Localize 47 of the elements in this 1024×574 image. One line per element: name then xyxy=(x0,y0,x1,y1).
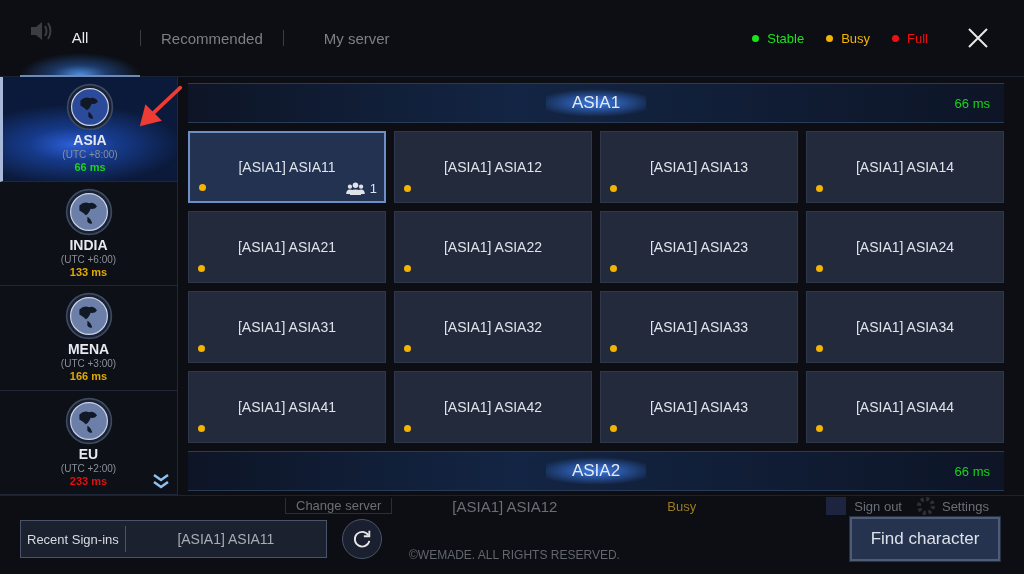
tab[interactable]: Recommended xyxy=(141,0,283,77)
server-card[interactable]: [ASIA1] ASIA11 1 xyxy=(188,131,386,203)
region-item[interactable]: EU (UTC +2:00) 233 ms xyxy=(0,390,177,495)
section-title: ASIA2 xyxy=(545,457,647,485)
server-card[interactable]: [ASIA1] ASIA21 xyxy=(188,211,386,283)
ping-label: 66 ms xyxy=(954,95,990,111)
status-label: Busy xyxy=(667,498,697,514)
gear-icon xyxy=(915,496,936,516)
character-count: 1 xyxy=(369,181,377,196)
tab[interactable]: My server xyxy=(283,0,410,77)
region-item[interactable]: ASIA (UTC +8:00) 66 ms xyxy=(0,77,177,182)
server-card[interactable]: [ASIA1] ASIA34 xyxy=(806,291,1004,363)
legend-label: Stable xyxy=(767,30,805,46)
ping-label: 66 ms xyxy=(954,463,990,479)
server-card[interactable]: [ASIA1] ASIA42 xyxy=(394,371,592,443)
recent-sign-ins-field[interactable]: Recent Sign-ins [ASIA1] ASIA11 xyxy=(20,520,327,558)
globe-icon xyxy=(64,187,113,236)
server-card[interactable]: [ASIA1] ASIA23 xyxy=(600,211,798,283)
copyright-text: ©WEMADE. ALL RIGHTS RESERVED. xyxy=(409,548,620,562)
legend-label: Full xyxy=(907,30,928,46)
server-card[interactable]: [ASIA1] ASIA31 xyxy=(188,291,386,363)
globe-icon xyxy=(66,83,114,132)
refresh-button[interactable] xyxy=(342,519,382,559)
legend-label: Busy xyxy=(841,30,871,46)
server-card[interactable]: [ASIA1] ASIA22 xyxy=(394,211,592,283)
globe-icon xyxy=(64,396,113,445)
close-icon xyxy=(968,28,988,48)
server-card[interactable]: [ASIA1] ASIA24 xyxy=(806,211,1004,283)
server-card[interactable]: [ASIA1] ASIA41 xyxy=(188,371,386,443)
server-card[interactable]: [ASIA1] ASIA12 xyxy=(394,131,592,203)
region-item[interactable]: INDIA (UTC +6:00) 133 ms xyxy=(0,181,177,286)
region-item[interactable]: MENA (UTC +3:00) 166 ms xyxy=(0,286,177,391)
server-card[interactable]: [ASIA1] ASIA43 xyxy=(600,371,798,443)
server-card[interactable]: [ASIA1] ASIA33 xyxy=(600,291,798,363)
section-title: ASIA1 xyxy=(545,89,647,117)
refresh-icon xyxy=(351,528,373,550)
speaker-icon xyxy=(28,20,54,42)
scroll-down-icon[interactable] xyxy=(152,473,170,489)
server-card[interactable]: [ASIA1] ASIA44 xyxy=(806,371,1004,443)
globe-icon xyxy=(64,292,113,341)
server-card[interactable]: [ASIA1] ASIA14 xyxy=(806,131,1004,203)
close-button[interactable] xyxy=(966,26,990,50)
find-character-button[interactable]: Find character xyxy=(850,517,1000,561)
server-label: [ASIA1] ASIA12 xyxy=(452,497,558,515)
server-card[interactable]: [ASIA1] ASIA13 xyxy=(600,131,798,203)
server-card[interactable]: [ASIA1] ASIA32 xyxy=(394,291,592,363)
people-icon xyxy=(345,182,365,195)
